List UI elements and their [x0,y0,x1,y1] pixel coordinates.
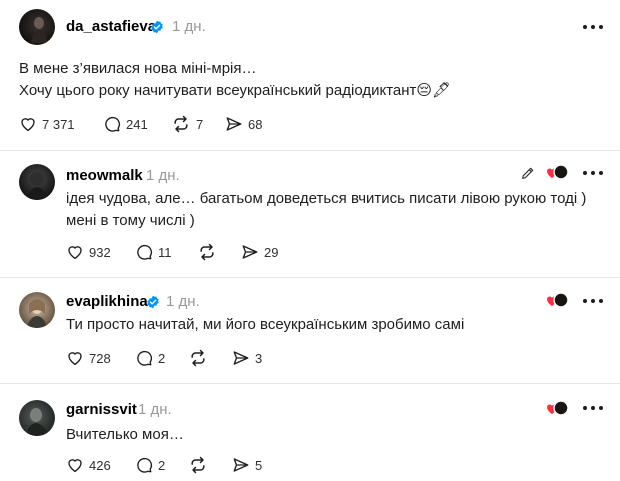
repost-count: 7 [196,116,204,132]
reply-button[interactable]: 2 [135,347,165,369]
share-icon [226,117,242,131]
more-options-icon[interactable] [583,405,603,411]
post-text-line: Ти просто начитай, ми його всеукраїнськи… [66,316,465,333]
liked-by-author-icon [547,292,569,308]
username[interactable]: garnissvit [66,401,137,418]
avatar[interactable] [19,292,55,328]
avatar[interactable] [19,9,55,45]
repost-button[interactable] [197,241,217,263]
avatar[interactable] [19,164,55,200]
repost-icon [174,115,188,133]
comment-icon [137,350,153,366]
like-count: 7 371 [42,116,75,132]
verified-badge-icon [147,295,159,309]
avatar-image [26,408,48,436]
username[interactable]: da_astafieva [66,18,156,35]
comment-icon [105,116,121,132]
share-count: 5 [255,457,263,473]
reply-count: 2 [158,457,166,473]
post-text-line: Хочу цього року начитувати всеукраїнськи… [19,82,452,99]
username[interactable]: evaplikhina [66,293,148,310]
share-icon [242,245,258,259]
share-button[interactable]: 5 [232,454,262,476]
post-3: evaplikhina 1 дн. Ти просто начитай, ми … [0,278,620,383]
post-text-line: Вчителько моя… [66,426,184,443]
more-options-icon[interactable] [583,170,603,176]
like-button[interactable]: 932 [66,241,111,263]
reply-button[interactable]: 241 [103,113,148,135]
repost-button[interactable] [188,347,208,369]
share-button[interactable]: 68 [225,113,262,135]
share-count: 3 [255,350,263,366]
share-button[interactable]: 3 [232,347,262,369]
avatar[interactable] [19,400,55,436]
more-options-icon[interactable] [583,24,603,30]
post-2: meowmalk 1 дн. ідея чудова, але… багатьо… [0,151,620,277]
post-time: 1 дн. [172,18,206,35]
reply-count: 2 [158,350,166,366]
reply-button[interactable]: 2 [135,454,165,476]
repost-icon [191,349,205,367]
post-4: garnissvit 1 дн. Вчителько моя… 426 2 5 [0,384,620,481]
share-icon [233,458,249,472]
comment-icon [137,244,153,260]
avatar-image [31,17,47,43]
like-button[interactable]: 7 371 [19,113,75,135]
share-count: 29 [264,244,279,260]
repost-icon [191,456,205,474]
like-count: 426 [89,457,111,473]
share-button[interactable]: 29 [241,241,278,263]
reply-button[interactable]: 11 [135,241,172,263]
edit-icon[interactable] [520,165,536,181]
like-button[interactable]: 728 [66,347,111,369]
post-time: 1 дн. [146,167,180,184]
username[interactable]: meowmalk [66,167,143,184]
like-count: 932 [89,244,111,260]
repost-button[interactable]: 7 [171,113,203,135]
liked-by-author-icon [547,400,569,416]
repost-icon [200,243,214,261]
reply-count: 11 [158,244,172,260]
more-options-icon[interactable] [583,298,603,304]
like-count: 728 [89,350,111,366]
post-time: 1 дн. [166,293,200,310]
avatar-image [27,299,47,328]
heart-icon [68,459,82,473]
like-button[interactable]: 426 [66,454,111,476]
heart-icon [68,352,82,366]
share-icon [233,351,249,365]
heart-icon [68,246,82,260]
post-text-line: ідея чудова, але… багатьом доведеться вч… [66,190,587,207]
liked-by-author-icon [547,164,569,180]
reply-count: 241 [126,116,148,132]
post-time: 1 дн. [138,401,172,418]
heart-icon [21,118,35,132]
post-text-line: В мене з’явилася нова міні-мрія… [19,60,257,77]
repost-button[interactable] [188,454,208,476]
verified-badge-icon [151,20,163,34]
post-text-line: мені в тому числі ) [66,212,195,229]
share-count: 68 [248,116,263,132]
comment-icon [137,457,153,473]
post-1: da_astafieva 1 дн. В мене з’явилася нова… [0,0,620,150]
avatar-image [27,172,47,200]
